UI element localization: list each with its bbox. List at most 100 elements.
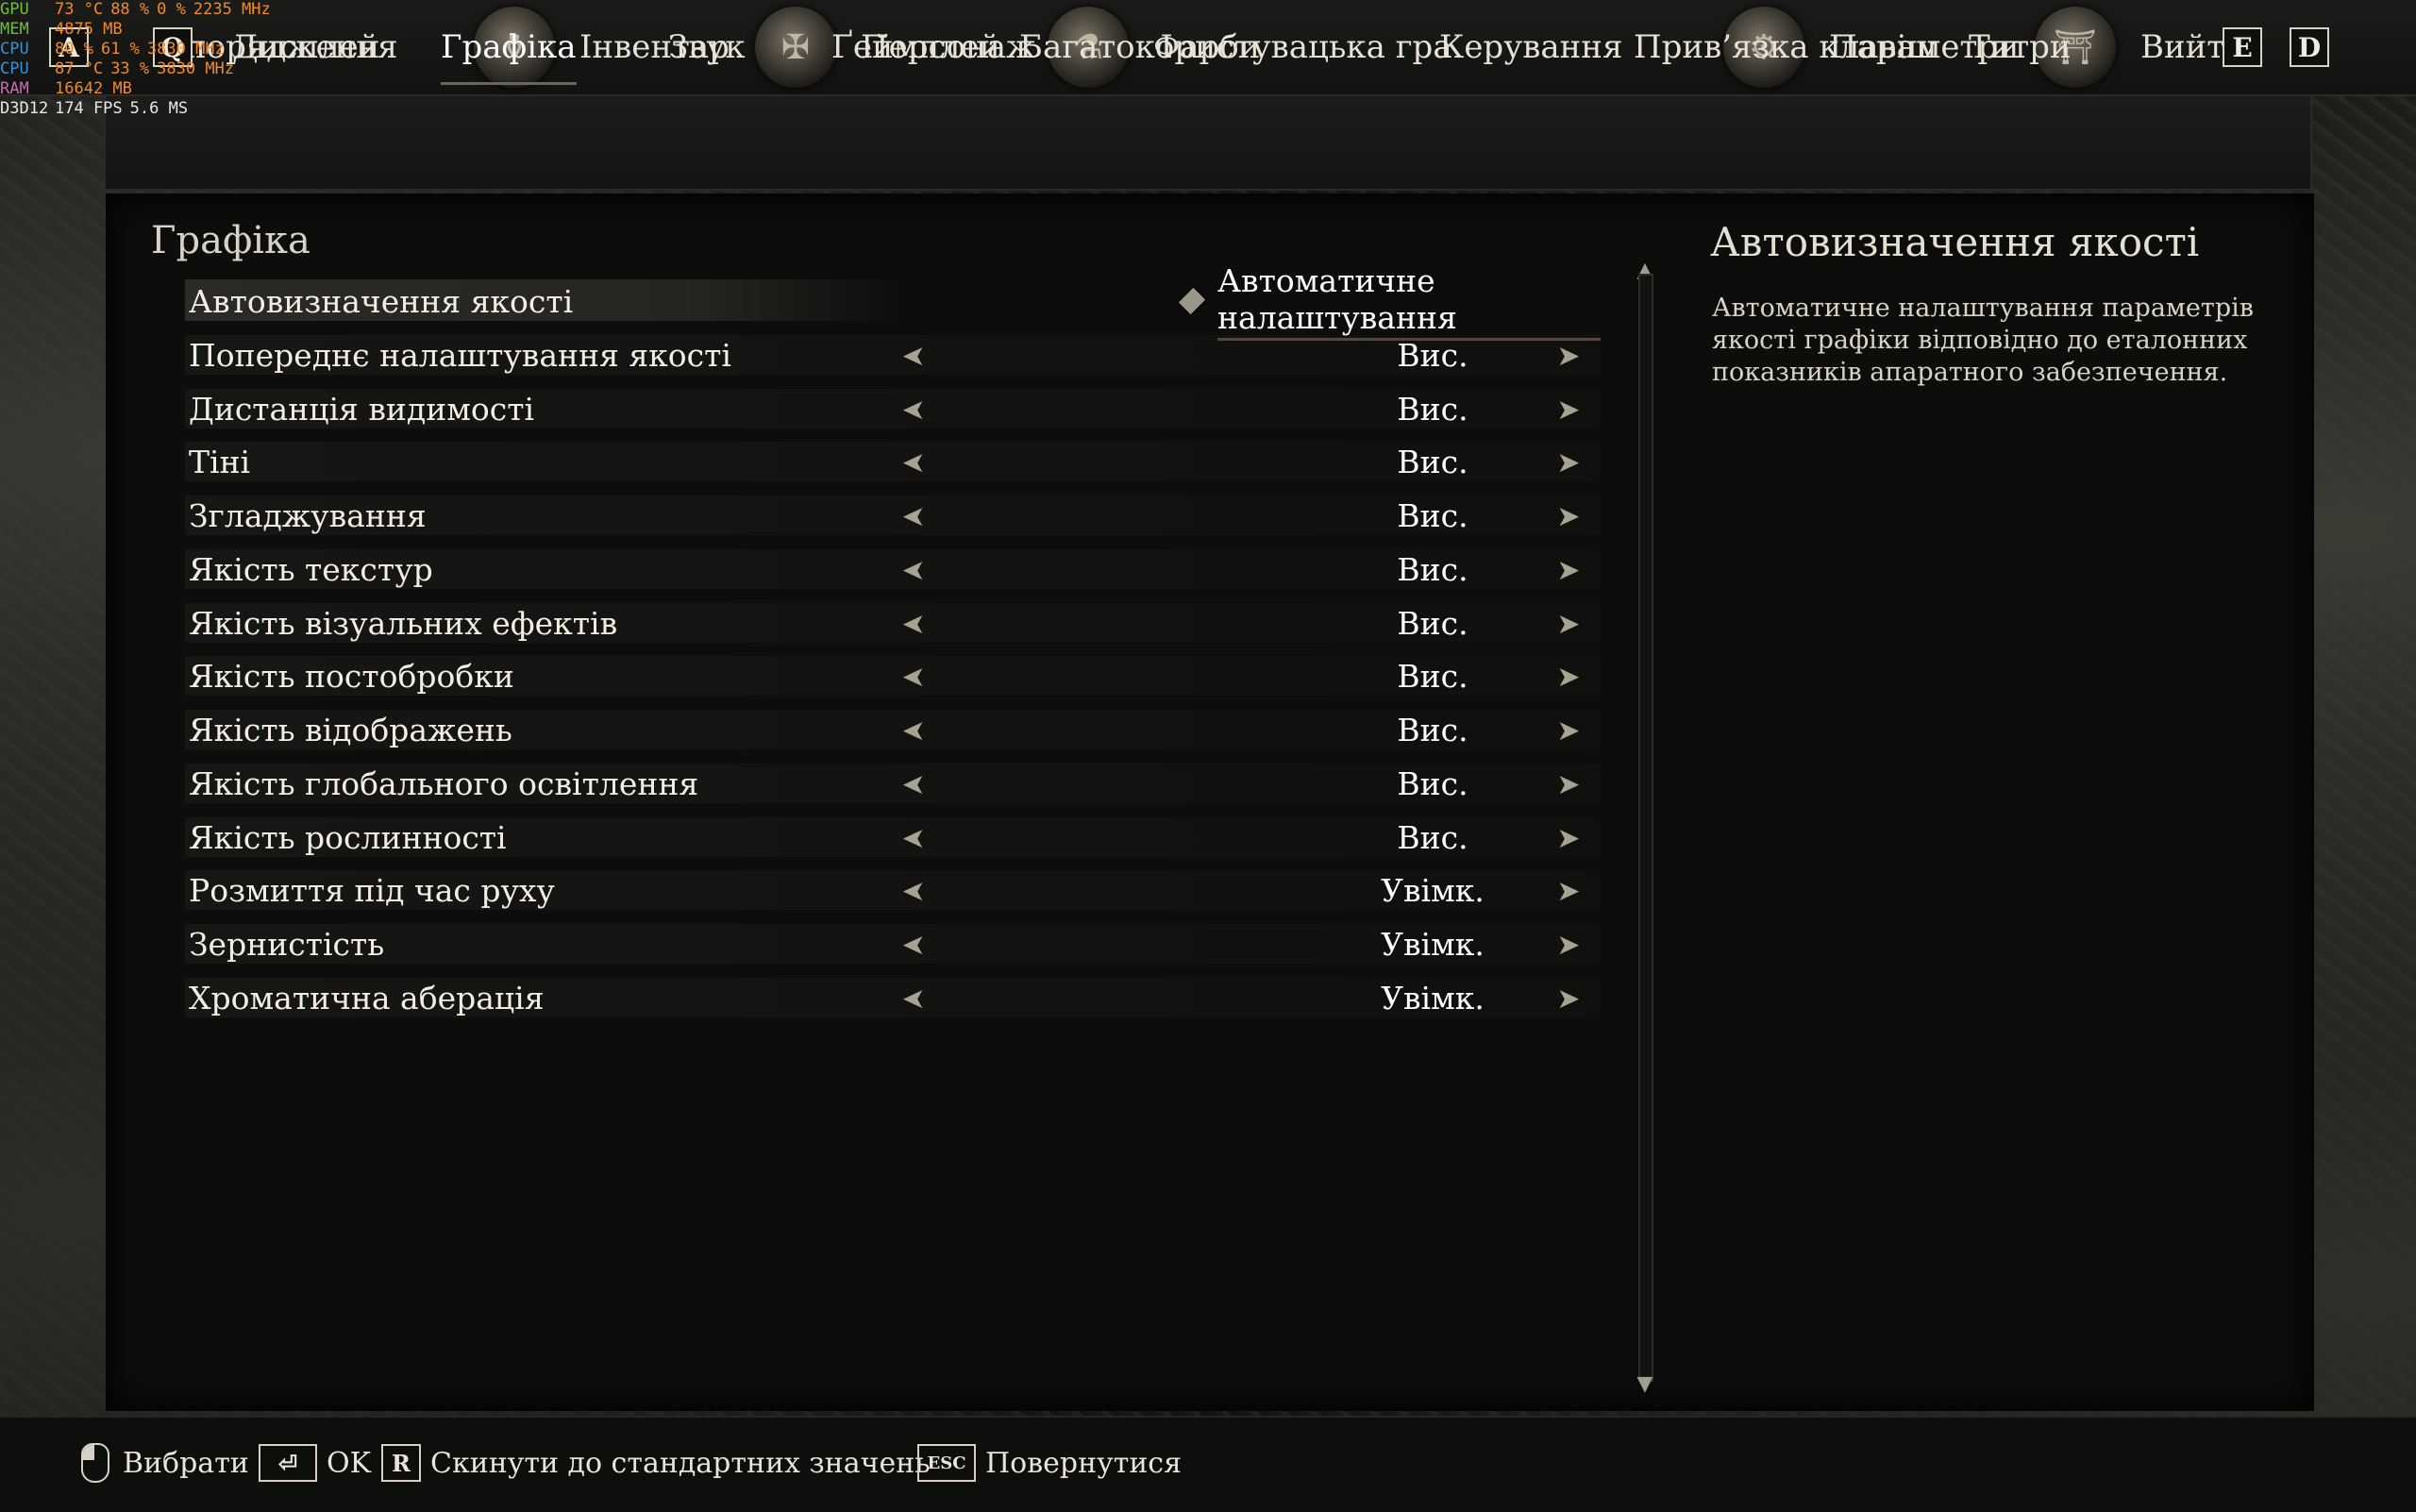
- tab-credits[interactable]: Титри: [1969, 0, 2072, 94]
- setting-row-film-grain[interactable]: Зернистість ➤ Увімк. ➤: [185, 918, 1601, 969]
- arrow-right-icon[interactable]: ➤: [1550, 819, 1587, 857]
- perf-value: 4875 MB: [55, 20, 123, 39]
- perf-row: CPU 80 % 61 % 3830 MHz: [0, 40, 271, 59]
- hint-ok-label: OK: [327, 1446, 372, 1480]
- setting-name: Якість візуальних ефектів: [189, 604, 618, 642]
- mouse-left-click-icon: [81, 1443, 109, 1483]
- setting-value: Вис.: [1397, 390, 1468, 428]
- setting-row-antialiasing[interactable]: Згладжування ➤ Вис. ➤: [185, 490, 1601, 541]
- arrow-right-icon[interactable]: ➤: [1550, 497, 1587, 535]
- setting-value: Вис.: [1397, 657, 1468, 695]
- arrow-left-icon[interactable]: ➤: [895, 765, 932, 803]
- arrow-right-icon[interactable]: ➤: [1550, 765, 1587, 803]
- auto-configure-button[interactable]: Автоматичне налаштування: [1178, 262, 1601, 341]
- perf-row: CPU 87 °C 33 % 3830 MHz: [0, 59, 271, 79]
- setting-row-gi-quality[interactable]: Якість глобального освітлення ➤ Вис. ➤: [185, 758, 1601, 809]
- tab-graphics[interactable]: Графіка: [441, 12, 577, 85]
- perf-value: 0 %: [157, 0, 186, 19]
- hint-select[interactable]: Вибрати: [81, 1416, 249, 1510]
- setting-row-view-distance[interactable]: Дистанція видимості ➤ Вис. ➤: [185, 383, 1601, 434]
- arrow-right-icon[interactable]: ➤: [1550, 391, 1587, 428]
- arrow-right-icon[interactable]: ➤: [1550, 444, 1587, 481]
- perf-label: GPU: [0, 0, 29, 19]
- section-title: Графіка: [151, 219, 310, 262]
- arrow-right-icon[interactable]: ➤: [1550, 926, 1587, 964]
- arrow-left-icon[interactable]: ➤: [895, 819, 932, 857]
- arrow-left-icon[interactable]: ➤: [895, 872, 932, 910]
- setting-value: Увімк.: [1381, 979, 1485, 1016]
- perf-value: 3830 MHz: [146, 40, 225, 59]
- setting-name: Якість глобального освітлення: [189, 764, 699, 802]
- arrow-left-icon[interactable]: ➤: [895, 391, 932, 428]
- esc-key-icon: ESC: [917, 1444, 976, 1482]
- hint-back[interactable]: ESC Повернутися: [917, 1416, 1182, 1510]
- tab-next-key[interactable]: E: [2223, 0, 2262, 94]
- tab-multiplayer[interactable]: Багатокористувацька гра: [1019, 0, 1452, 94]
- hint-reset-label: Скинути до стандартних значень: [430, 1446, 931, 1480]
- setting-row-auto-quality[interactable]: Автовизначення якості Автоматичне налашт…: [185, 262, 1601, 341]
- hint-reset[interactable]: R Скинути до стандартних значень: [381, 1416, 931, 1510]
- setting-name: Попереднє налаштування якості: [189, 336, 731, 374]
- arrow-right-icon[interactable]: ➤: [1550, 712, 1587, 749]
- arrow-left-icon[interactable]: ➤: [895, 337, 932, 375]
- perf-value: 80 %: [55, 40, 93, 59]
- perf-value: 5.6 MS: [129, 99, 189, 118]
- setting-row-postprocess-quality[interactable]: Якість постобробки ➤ Вис. ➤: [185, 650, 1601, 701]
- tab-sound[interactable]: Звук: [668, 0, 746, 94]
- perf-label: RAM: [0, 79, 29, 98]
- arrow-right-icon[interactable]: ➤: [1550, 337, 1587, 375]
- arrow-right-icon[interactable]: ➤: [1550, 551, 1587, 589]
- scroll-down-arrow-icon[interactable]: ▼: [1633, 1372, 1657, 1397]
- setting-row-texture-quality[interactable]: Якість текстур ➤ Вис. ➤: [185, 544, 1601, 595]
- arrow-right-icon[interactable]: ➤: [1550, 980, 1587, 1017]
- key-e-icon: E: [2223, 27, 2262, 67]
- arrow-right-icon[interactable]: ➤: [1550, 605, 1587, 643]
- hint-select-label: Вибрати: [123, 1446, 249, 1480]
- perf-label: MEM: [0, 20, 29, 39]
- tab-sound-label: Звук: [668, 28, 746, 66]
- setting-row-motion-blur[interactable]: Розмиття під час руху ➤ Увімк. ➤: [185, 865, 1601, 916]
- arrow-left-icon[interactable]: ➤: [895, 980, 932, 1017]
- setting-value: Увімк.: [1381, 925, 1485, 963]
- arrow-left-icon[interactable]: ➤: [895, 551, 932, 589]
- setting-value: Вис.: [1397, 604, 1468, 642]
- tab-credits-label: Титри: [1969, 28, 2072, 66]
- setting-row-shadows[interactable]: Тіні ➤ Вис. ➤: [185, 436, 1601, 487]
- setting-value: Вис.: [1397, 443, 1468, 480]
- perf-row: D3D12 174 FPS 5.6 MS: [0, 99, 271, 119]
- tab-controls[interactable]: Керування: [1439, 0, 1622, 94]
- enter-key-icon: ⏎: [259, 1444, 317, 1482]
- perf-value: 61 %: [100, 40, 140, 59]
- topnav-next-key[interactable]: D: [2290, 0, 2329, 94]
- setting-value: Вис.: [1397, 550, 1468, 588]
- setting-value: Вис.: [1397, 336, 1468, 374]
- setting-name: Якість текстур: [189, 550, 433, 588]
- setting-row-vfx-quality[interactable]: Якість візуальних ефектів ➤ Вис. ➤: [185, 597, 1601, 648]
- setting-name: Дистанція видимості: [189, 390, 535, 428]
- tab-gameplay[interactable]: Ґеймплей: [831, 0, 1000, 94]
- arrow-left-icon[interactable]: ➤: [895, 712, 932, 749]
- diamond-icon: [1178, 287, 1206, 315]
- tab-keybindings[interactable]: Прив’язка клавіш: [1634, 0, 1937, 94]
- arrow-right-icon[interactable]: ➤: [1550, 872, 1587, 910]
- character-icon: ✠: [755, 7, 836, 88]
- perf-value: 174 FPS: [55, 99, 123, 118]
- arrow-left-icon[interactable]: ➤: [895, 605, 932, 643]
- setting-name: Якість рослинності: [189, 818, 507, 856]
- setting-row-chromatic-aberration[interactable]: Хроматична аберація ➤ Увімк. ➤: [185, 972, 1601, 1023]
- setting-value: Вис.: [1397, 818, 1468, 856]
- hint-ok[interactable]: ⏎ OK: [259, 1416, 371, 1510]
- setting-row-quality-preset[interactable]: Попереднє налаштування якості ➤ Вис. ➤: [185, 329, 1601, 380]
- settings-scrollbar[interactable]: [1638, 274, 1653, 1382]
- setting-value: Вис.: [1397, 711, 1468, 748]
- arrow-left-icon[interactable]: ➤: [895, 444, 932, 481]
- setting-name: Хроматична аберація: [189, 979, 545, 1016]
- arrow-left-icon[interactable]: ➤: [895, 658, 932, 696]
- arrow-left-icon[interactable]: ➤: [895, 497, 932, 535]
- setting-value: Вис.: [1397, 496, 1468, 534]
- setting-row-foliage-quality[interactable]: Якість рослинності ➤ Вис. ➤: [185, 812, 1601, 863]
- perf-row: GPU 73 °C 88 % 0 % 2235 MHz: [0, 0, 271, 20]
- arrow-left-icon[interactable]: ➤: [895, 926, 932, 964]
- arrow-right-icon[interactable]: ➤: [1550, 658, 1587, 696]
- setting-row-reflection-quality[interactable]: Якість відображень ➤ Вис. ➤: [185, 704, 1601, 755]
